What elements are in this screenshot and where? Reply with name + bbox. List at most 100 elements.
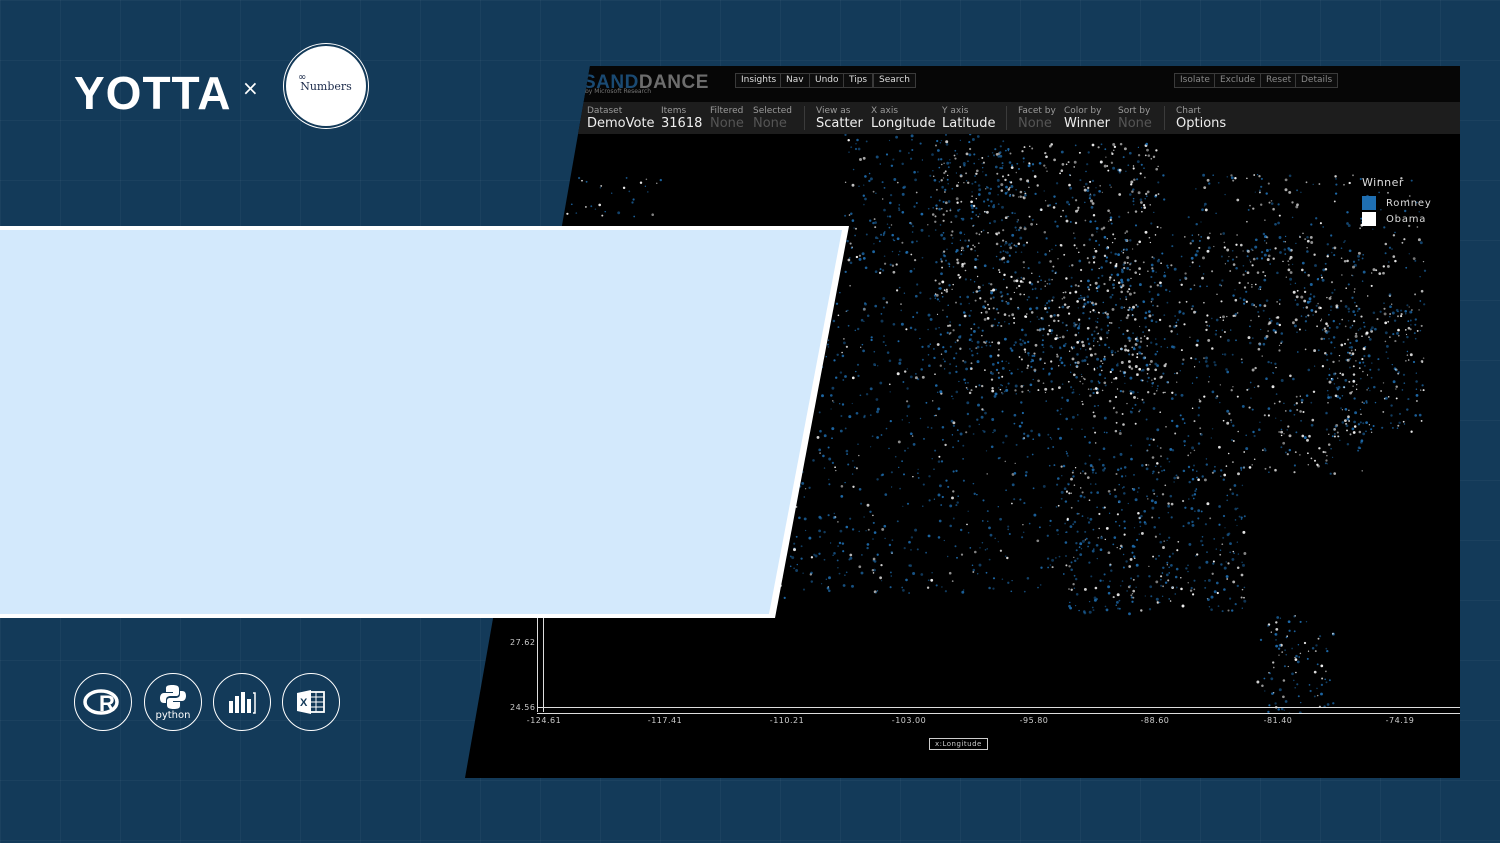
obama-county-point[interactable] [1189, 336, 1191, 339]
romney-county-point[interactable] [796, 563, 798, 566]
obama-county-point[interactable] [1065, 564, 1068, 567]
obama-county-point[interactable] [942, 309, 944, 311]
obama-county-point[interactable] [843, 338, 845, 340]
romney-county-point[interactable] [863, 320, 865, 323]
romney-county-point[interactable] [1212, 174, 1215, 177]
obama-county-point[interactable] [1285, 410, 1287, 412]
romney-county-point[interactable] [912, 572, 916, 575]
romney-county-point[interactable] [1332, 247, 1334, 249]
romney-county-point[interactable] [1272, 329, 1276, 332]
romney-county-point[interactable] [1015, 245, 1018, 248]
romney-county-point[interactable] [1285, 654, 1287, 656]
romney-county-point[interactable] [1274, 222, 1277, 226]
obama-county-point[interactable] [872, 190, 875, 193]
romney-county-point[interactable] [928, 475, 931, 478]
romney-county-point[interactable] [946, 555, 949, 558]
romney-county-point[interactable] [876, 478, 879, 481]
romney-county-point[interactable] [933, 498, 936, 500]
romney-county-point[interactable] [1313, 365, 1316, 367]
romney-county-point[interactable] [1010, 590, 1013, 593]
romney-county-point[interactable] [880, 434, 883, 436]
romney-county-point[interactable] [907, 447, 909, 449]
obama-county-point[interactable] [1048, 324, 1050, 327]
obama-county-point[interactable] [1063, 296, 1066, 299]
romney-county-point[interactable] [1173, 267, 1177, 271]
romney-county-point[interactable] [1070, 561, 1073, 564]
romney-county-point[interactable] [1344, 407, 1348, 411]
romney-county-point[interactable] [1061, 396, 1064, 399]
obama-county-point[interactable] [997, 231, 1001, 235]
obama-county-point[interactable] [1033, 352, 1036, 355]
romney-county-point[interactable] [1217, 181, 1220, 184]
romney-county-point[interactable] [1242, 264, 1245, 267]
obama-county-point[interactable] [1128, 292, 1132, 296]
romney-county-point[interactable] [1022, 243, 1026, 247]
romney-county-point[interactable] [633, 215, 636, 218]
obama-county-point[interactable] [1066, 490, 1068, 493]
romney-county-point[interactable] [906, 368, 908, 370]
obama-county-point[interactable] [858, 254, 861, 257]
romney-county-point[interactable] [828, 576, 831, 580]
romney-county-point[interactable] [1074, 144, 1077, 147]
romney-county-point[interactable] [1110, 569, 1113, 572]
romney-county-point[interactable] [1145, 418, 1148, 421]
romney-county-point[interactable] [996, 324, 999, 327]
romney-county-point[interactable] [1200, 510, 1203, 513]
romney-county-point[interactable] [962, 311, 966, 314]
obama-county-point[interactable] [1339, 299, 1343, 303]
obama-county-point[interactable] [1025, 315, 1028, 318]
romney-county-point[interactable] [976, 340, 980, 344]
romney-county-point[interactable] [883, 255, 886, 258]
romney-county-point[interactable] [1105, 431, 1108, 434]
romney-county-point[interactable] [1028, 307, 1032, 311]
romney-county-point[interactable] [1329, 472, 1332, 475]
romney-county-point[interactable] [1091, 606, 1094, 609]
obama-county-point[interactable] [1087, 363, 1089, 365]
romney-county-point[interactable] [1152, 489, 1155, 492]
romney-county-point[interactable] [1330, 234, 1333, 237]
romney-county-point[interactable] [1328, 326, 1331, 329]
obama-county-point[interactable] [1097, 146, 1100, 149]
romney-county-point[interactable] [1328, 337, 1330, 340]
romney-county-point[interactable] [1292, 377, 1295, 381]
romney-county-point[interactable] [1061, 383, 1064, 385]
romney-county-point[interactable] [846, 239, 849, 243]
romney-county-point[interactable] [1287, 620, 1291, 624]
obama-county-point[interactable] [1114, 264, 1118, 268]
romney-county-point[interactable] [1162, 372, 1165, 375]
obama-county-point[interactable] [1262, 449, 1264, 451]
romney-county-point[interactable] [1374, 401, 1377, 404]
romney-county-point[interactable] [939, 333, 942, 336]
romney-county-point[interactable] [1076, 557, 1079, 560]
obama-county-point[interactable] [1136, 352, 1139, 355]
romney-county-point[interactable] [617, 211, 621, 215]
obama-county-point[interactable] [1123, 147, 1127, 151]
romney-county-point[interactable] [1129, 389, 1133, 393]
romney-county-point[interactable] [869, 177, 873, 181]
obama-county-point[interactable] [1046, 283, 1048, 285]
obama-county-point[interactable] [1002, 229, 1005, 232]
obama-county-point[interactable] [1389, 313, 1391, 315]
romney-county-point[interactable] [1026, 577, 1030, 580]
romney-county-point[interactable] [898, 286, 901, 289]
obama-county-point[interactable] [1081, 400, 1083, 403]
romney-county-point[interactable] [1078, 339, 1081, 342]
romney-county-point[interactable] [1096, 321, 1099, 323]
romney-county-point[interactable] [1047, 566, 1049, 569]
romney-county-point[interactable] [963, 249, 965, 252]
romney-county-point[interactable] [1109, 184, 1111, 187]
romney-county-point[interactable] [1330, 341, 1333, 344]
romney-county-point[interactable] [1305, 394, 1309, 397]
obama-county-point[interactable] [1147, 270, 1149, 272]
romney-county-point[interactable] [1377, 368, 1380, 371]
romney-county-point[interactable] [1361, 280, 1364, 282]
romney-county-point[interactable] [860, 318, 864, 322]
romney-county-point[interactable] [1393, 319, 1397, 322]
romney-county-point[interactable] [994, 537, 996, 540]
romney-county-point[interactable] [1002, 250, 1005, 252]
obama-county-point[interactable] [1052, 319, 1056, 323]
romney-county-point[interactable] [1204, 360, 1208, 363]
obama-county-point[interactable] [896, 372, 900, 376]
romney-county-point[interactable] [1128, 612, 1131, 616]
obama-county-point[interactable] [1126, 261, 1129, 264]
